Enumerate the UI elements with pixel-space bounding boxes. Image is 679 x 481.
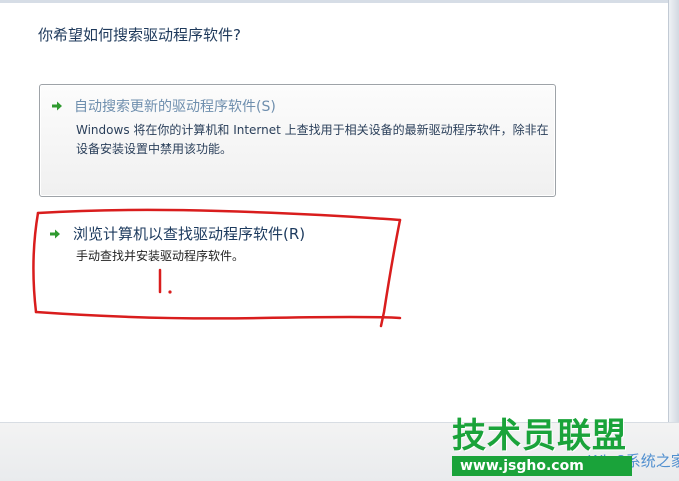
watermark-url: www.jsgho.com [460, 458, 584, 474]
scribble-top-stroke [36, 208, 402, 222]
scribble-right-stroke [379, 218, 402, 328]
scribble-number-dot [168, 290, 172, 294]
watermark-logo-text: 技术员联盟 [452, 416, 627, 456]
scribble-left-stroke [32, 211, 40, 314]
scribble-bottom-stroke [34, 310, 402, 320]
